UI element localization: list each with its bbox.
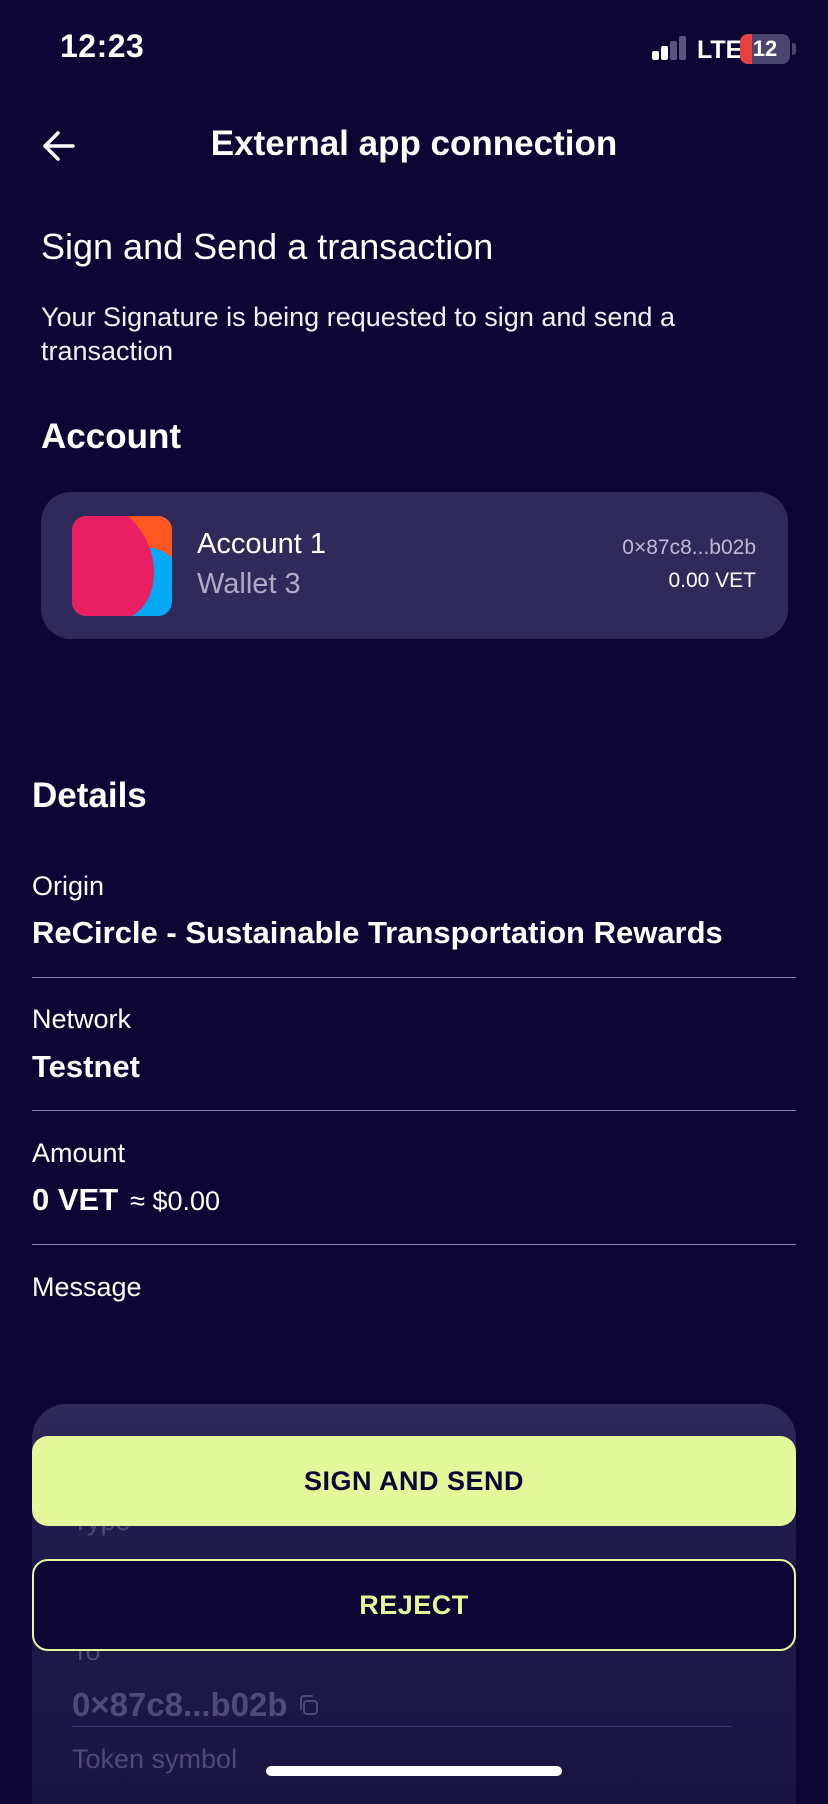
request-description: Your Signature is being requested to sig… [41, 302, 675, 366]
battery-icon: 12 [740, 34, 790, 64]
battery-tip [792, 43, 796, 55]
amount-label: Amount [32, 1138, 126, 1168]
to-address: 0×87c8...b02b [72, 1686, 320, 1724]
origin-label: Origin [32, 871, 105, 901]
account-card[interactable]: Account 1 Wallet 3 0×87c8...b02b 0.00 VE… [41, 492, 788, 639]
signal-icon [652, 36, 688, 60]
account-heading: Account [41, 417, 181, 456]
amount-value: 0 VET [32, 1182, 119, 1217]
account-balance: 0.00 VET [668, 569, 756, 592]
request-title: Sign and Send a transaction [41, 226, 494, 267]
details-heading: Details [32, 776, 147, 815]
divider [72, 1726, 732, 1727]
copy-icon[interactable] [296, 1693, 320, 1717]
network-label: Network [32, 1004, 132, 1034]
token-symbol-label: Token symbol [72, 1744, 238, 1774]
network-type: LTE [697, 36, 743, 64]
wallet-name: Wallet 3 [197, 568, 301, 600]
divider [32, 1244, 796, 1245]
account-name: Account 1 [197, 528, 326, 560]
message-label: Message [32, 1272, 142, 1302]
sign-and-send-button[interactable]: SIGN AND SEND [32, 1436, 796, 1526]
divider [32, 1110, 796, 1111]
amount-row: 0 VET ≈ $0.00 [32, 1182, 220, 1218]
network-value: Testnet [32, 1049, 140, 1084]
status-bar: 12:23 LTE 12 [0, 0, 828, 100]
amount-fiat: ≈ $0.00 [130, 1186, 221, 1216]
battery-level: 12 [752, 36, 778, 61]
page-title: External app connection [210, 124, 618, 163]
home-indicator[interactable] [266, 1766, 562, 1776]
status-time: 12:23 [60, 28, 145, 64]
account-address: 0×87c8...b02b [622, 536, 756, 559]
avatar [72, 516, 172, 616]
reject-button[interactable]: REJECT [32, 1559, 796, 1651]
origin-value: ReCircle - Sustainable Transportation Re… [32, 915, 723, 950]
to-address-value: 0×87c8...b02b [72, 1686, 288, 1723]
divider [32, 977, 796, 978]
